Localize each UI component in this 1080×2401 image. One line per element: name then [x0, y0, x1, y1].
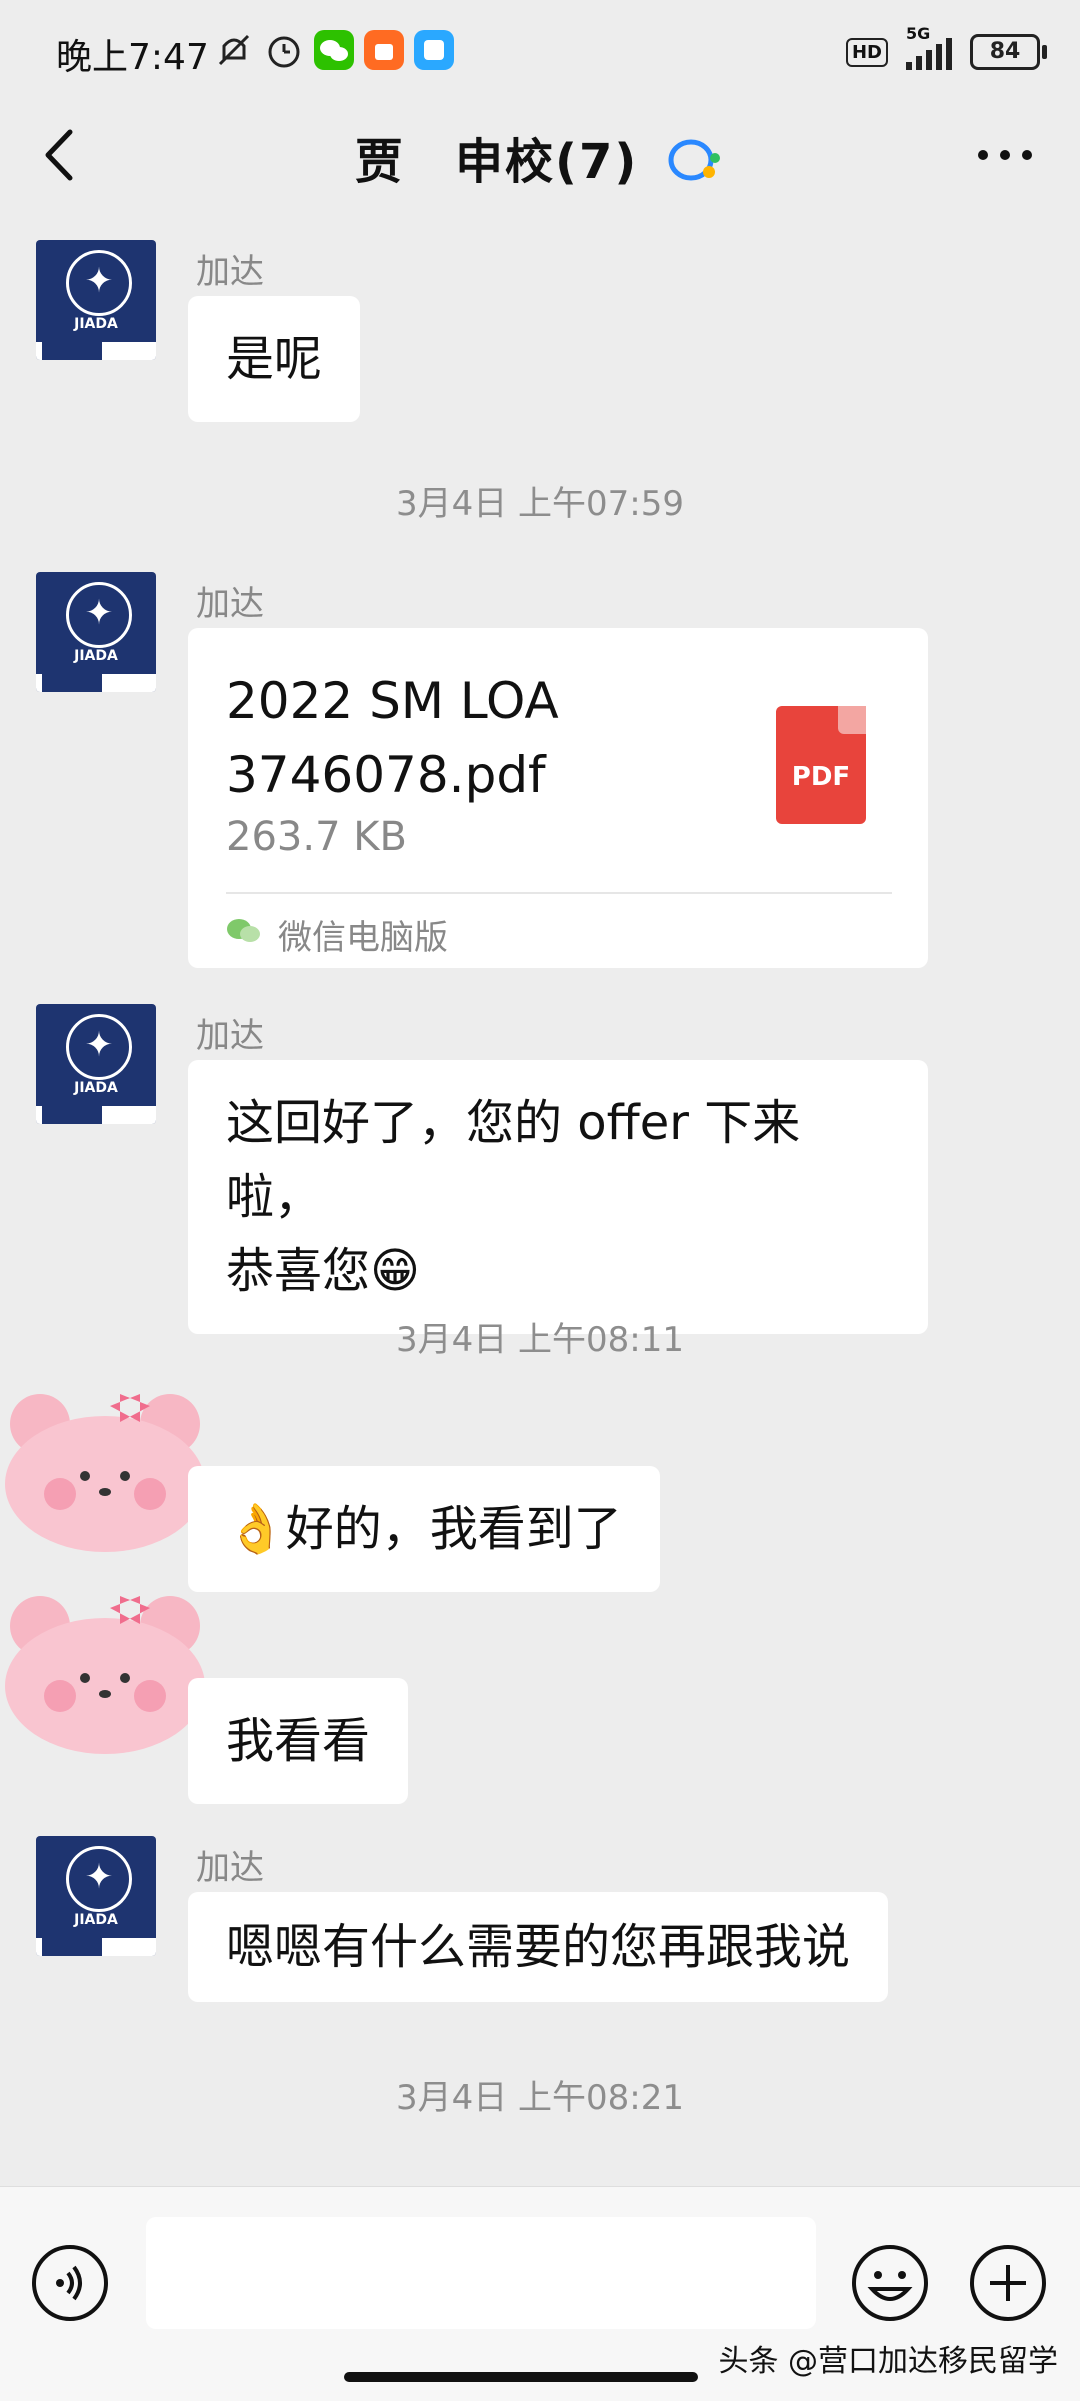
plus-icon[interactable]: [968, 2243, 1048, 2323]
group-chat-icon[interactable]: [665, 136, 725, 186]
wechat-notification-icon: [314, 30, 354, 70]
watermark: 头条 @营口加达移民留学: [718, 2344, 1058, 2379]
battery-icon: 84: [970, 34, 1047, 70]
file-message-card[interactable]: 2022 SM LOA 3746078.pdf 263.7 KB PDF 微信电…: [188, 628, 928, 968]
maple-leaf-icon: [66, 250, 132, 316]
maple-leaf-icon: [66, 1846, 132, 1912]
message-bubble[interactable]: 👌好的，我看到了: [188, 1466, 660, 1592]
divider: [226, 892, 892, 894]
avatar[interactable]: JIADA: [36, 1004, 156, 1124]
avatar-brand: JIADA: [74, 1080, 118, 1096]
pdf-label: PDF: [791, 762, 851, 792]
message-bubble[interactable]: 这回好了，您的 offer 下来啦， 恭喜您😁: [188, 1060, 928, 1334]
app-notification-icon: [414, 30, 454, 70]
status-time: 晚上7:47: [56, 37, 209, 78]
bear-avatar[interactable]: [0, 1586, 210, 1756]
mute-icon: [218, 34, 250, 66]
file-size: 263.7 KB: [226, 814, 407, 860]
signal-indicator: 5G: [906, 24, 952, 70]
sender-name: 加达: [196, 1848, 264, 1888]
message-bubble[interactable]: 嗯嗯有什么需要的您再跟我说: [188, 1892, 889, 2002]
status-bar: 晚上7:47 HD 5G 84: [0, 0, 1080, 100]
avatar-band: [36, 342, 156, 360]
avatar[interactable]: JIADA: [36, 1836, 156, 1956]
timestamp: 3月4日 上午08:11: [395, 1320, 685, 1360]
timestamp: 3月4日 上午08:21: [395, 2078, 685, 2118]
avatar[interactable]: JIADA: [36, 572, 156, 692]
message-bubble[interactable]: 我看看: [188, 1678, 409, 1804]
wechat-icon: [227, 919, 260, 942]
battery-level: 84: [989, 39, 1021, 64]
hd-badge: HD: [845, 37, 888, 67]
pdf-file-icon: PDF: [776, 706, 866, 824]
timestamp: 3月4日 上午07:59: [395, 484, 685, 524]
avatar[interactable]: JIADA: [36, 240, 156, 360]
maple-leaf-icon: [66, 1014, 132, 1080]
avatar-brand: JIADA: [74, 316, 118, 332]
avatar-band: [36, 674, 156, 692]
file-source: 微信电脑版: [278, 918, 448, 958]
voice-icon[interactable]: [30, 2243, 110, 2323]
home-indicator[interactable]: [344, 2372, 698, 2382]
sender-name: 加达: [196, 252, 264, 292]
chat-title: 贾 申校(7): [0, 122, 1080, 192]
more-horizontal-icon[interactable]: [970, 130, 1040, 180]
bear-avatar[interactable]: [0, 1384, 210, 1554]
maple-leaf-icon: [66, 582, 132, 648]
file-name-line2: 3746078.pdf: [226, 746, 546, 804]
file-name: 2022 SM LOA 3746078.pdf: [226, 664, 746, 812]
chat-header: 贾 申校(7): [0, 100, 1080, 210]
avatar-band: [36, 1938, 156, 1956]
message-line: 恭喜您😁: [226, 1243, 421, 1299]
alarm-icon: [268, 36, 300, 68]
message-line: 这回好了，您的 offer 下来啦，: [226, 1095, 801, 1225]
shopping-app-icon: [364, 30, 404, 70]
message-input[interactable]: [146, 2217, 816, 2329]
sender-name: 加达: [196, 1016, 264, 1056]
chat-title-text: 贾 申校(7): [355, 134, 639, 190]
status-indicators: HD 5G 84: [845, 24, 1047, 76]
avatar-brand: JIADA: [74, 648, 118, 664]
file-name-line1: 2022 SM LOA: [226, 672, 559, 730]
message-bubble[interactable]: 是呢: [188, 296, 361, 422]
sender-name: 加达: [196, 584, 264, 624]
network-label: 5G: [906, 24, 931, 43]
avatar-band: [36, 1106, 156, 1124]
emoji-icon[interactable]: [850, 2243, 930, 2323]
avatar-brand: JIADA: [74, 1912, 118, 1928]
